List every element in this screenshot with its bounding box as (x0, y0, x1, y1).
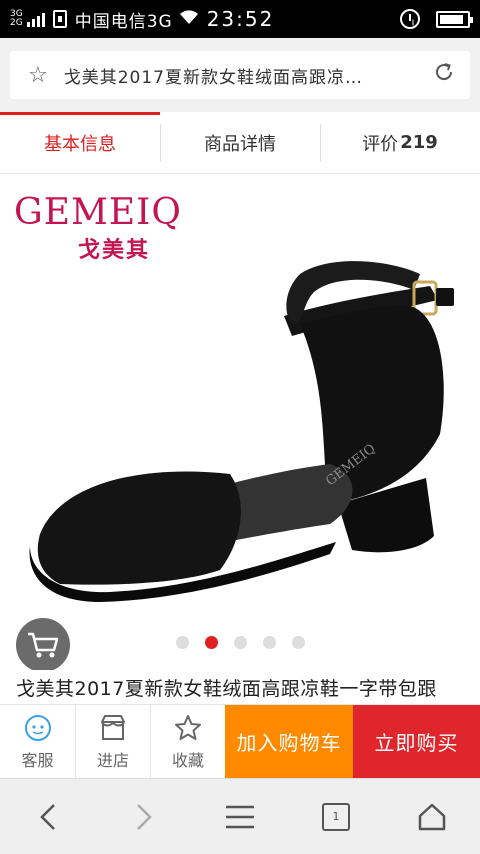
review-count: 219 (400, 132, 438, 153)
network-type-bottom: 2G (10, 18, 23, 28)
carousel-indicator (0, 636, 480, 649)
tab-basic-info-label: 基本信息 (44, 133, 116, 155)
bookmark-star-icon[interactable]: ☆ (28, 63, 48, 88)
address-bar[interactable]: ☆ 戈美其2017夏新款女鞋绒面高跟凉… (10, 51, 470, 99)
favorite-label: 收藏 (171, 750, 204, 770)
clock-time: 23:52 (206, 7, 275, 31)
home-icon (418, 803, 446, 830)
battery-icon (436, 10, 473, 28)
store-icon (101, 714, 125, 740)
carousel-dot[interactable] (175, 636, 189, 649)
alarm-icon (400, 9, 420, 29)
address-bar-container: ☆ 戈美其2017夏新款女鞋绒面高跟凉… (0, 38, 480, 112)
favorite-button[interactable]: 收藏 (150, 705, 225, 778)
star-icon (175, 714, 201, 740)
reload-icon[interactable] (432, 60, 456, 90)
carousel-dot[interactable] (262, 636, 276, 649)
back-button[interactable] (0, 779, 96, 854)
tab-product-details-label: 商品详情 (204, 133, 276, 155)
tab-count-icon: 1 (322, 802, 350, 831)
buy-now-button[interactable]: 立即购买 (353, 705, 480, 778)
enter-store-button[interactable]: 进店 (75, 705, 150, 778)
forward-button[interactable] (96, 779, 192, 854)
tab-product-details[interactable]: 商品详情 (160, 112, 320, 173)
network-type: 3G 2G (10, 10, 23, 28)
product-title: 戈美其2017夏新款女鞋绒面高跟凉鞋一字带包跟 (16, 678, 437, 700)
signal-icon (26, 11, 45, 27)
purchase-action-bar: 客服 进店 收藏 加入购物车 立即购买 (0, 704, 480, 778)
sim-icon (52, 10, 67, 28)
tab-basic-info[interactable]: 基本信息 (0, 112, 160, 173)
page-title[interactable]: 戈美其2017夏新款女鞋绒面高跟凉… (64, 63, 418, 88)
carousel-dot[interactable] (291, 636, 305, 649)
chevron-left-icon (40, 803, 55, 830)
home-button[interactable] (384, 779, 480, 854)
product-image-carousel[interactable]: GEMEIQ GEMEIQ 戈美其 (0, 174, 480, 670)
wifi-icon (179, 9, 199, 29)
customer-service-button[interactable]: 客服 (0, 705, 75, 778)
enter-store-label: 进店 (96, 750, 129, 770)
tab-reviews[interactable]: 评价 219 (320, 112, 480, 173)
add-to-cart-button[interactable]: 加入购物车 (225, 705, 353, 778)
carousel-dot[interactable] (204, 636, 218, 649)
menu-button[interactable] (192, 779, 288, 854)
customer-service-icon (24, 714, 51, 741)
product-image-sandal: GEMEIQ (29, 261, 454, 602)
carrier-name: 中国电信3G (74, 11, 173, 32)
chevron-right-icon (137, 803, 152, 830)
carousel-dot[interactable] (233, 636, 247, 649)
customer-service-label: 客服 (21, 750, 54, 770)
tabs-button[interactable]: 1 (288, 779, 384, 854)
tab-reviews-label: 评价 (362, 133, 399, 155)
status-bar: 3G 2G 中国电信3G 23:52 (0, 0, 480, 38)
brand-logo-cn: 戈美其 (78, 238, 151, 263)
brand-logo-en: GEMEIQ (14, 192, 182, 233)
menu-icon (226, 805, 254, 828)
browser-bottom-nav: 1 (0, 778, 480, 854)
product-tabs: 基本信息 商品详情 评价 219 (0, 112, 480, 174)
